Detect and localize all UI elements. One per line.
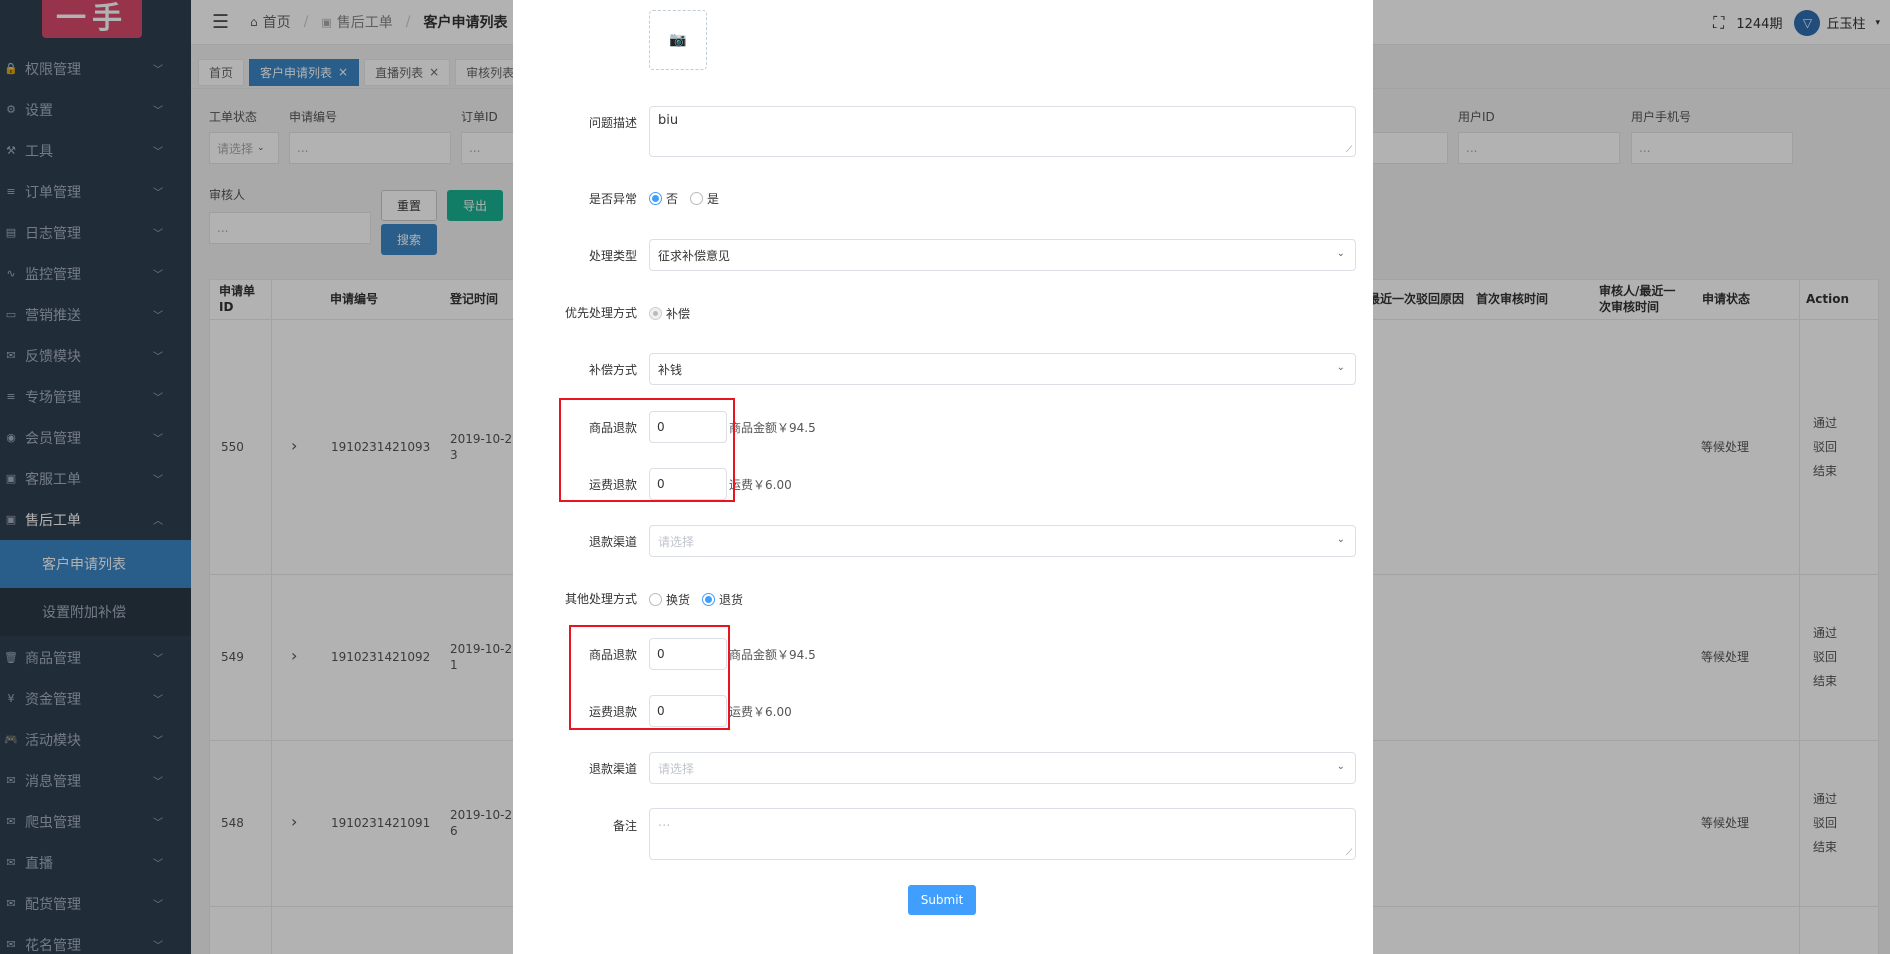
- radio-checked-icon: [702, 593, 716, 606]
- radio-unchecked-icon: [690, 192, 704, 205]
- chevron-down-icon: ⌄: [1336, 534, 1345, 545]
- freight-hint: 运费￥6.00: [729, 478, 792, 492]
- problem-textarea[interactable]: biu: [649, 106, 1356, 157]
- goods-amount2-hint: 商品金额￥94.5: [729, 648, 816, 662]
- priority-label: 优先处理方式: [564, 306, 637, 320]
- abnormal-no-option[interactable]: 否: [649, 190, 678, 207]
- priority-compensate-option: 补偿: [649, 305, 690, 322]
- handle-type-select[interactable]: 征求补偿意见 ⌄: [649, 239, 1356, 271]
- return-option[interactable]: 退货: [702, 591, 743, 608]
- other-handle-radio-group: 换货 退货: [649, 591, 755, 608]
- resize-handle-icon[interactable]: ⟋: [1346, 848, 1352, 858]
- problem-label: 问题描述: [588, 116, 637, 130]
- freight2-hint: 运费￥6.00: [729, 705, 792, 719]
- priority-radio-group: 补偿: [649, 305, 702, 322]
- abnormal-yes-option[interactable]: 是: [690, 190, 719, 207]
- handle-type-label: 处理类型: [588, 249, 637, 263]
- exchange-option[interactable]: 换货: [649, 591, 690, 608]
- goods-amount-hint: 商品金额￥94.5: [729, 421, 816, 435]
- radio-checked-icon: [649, 192, 662, 205]
- comp-method-select[interactable]: 补钱 ⌄: [649, 353, 1356, 385]
- radio-unchecked-icon: [649, 593, 662, 606]
- remark-textarea[interactable]: ...: [649, 808, 1356, 860]
- resize-handle-icon[interactable]: ⟋: [1346, 145, 1352, 155]
- abnormal-radio-group: 否 是: [649, 190, 731, 207]
- photo-upload[interactable]: 📷: [649, 10, 707, 70]
- refund-channel2-select[interactable]: 请选择 ⌄: [649, 752, 1356, 784]
- comp-method-label: 补偿方式: [588, 363, 637, 377]
- refund-channel-select[interactable]: 请选择 ⌄: [649, 525, 1356, 557]
- refund-channel-label: 退款渠道: [588, 535, 637, 549]
- remark-label: 备注: [612, 819, 637, 833]
- camera-icon: 📷: [669, 32, 687, 48]
- highlight-box: [559, 398, 735, 502]
- chevron-down-icon: ⌄: [1336, 248, 1345, 259]
- submit-button[interactable]: Submit: [908, 885, 976, 915]
- chevron-down-icon: ⌄: [1336, 362, 1345, 373]
- other-handle-label: 其他处理方式: [564, 592, 637, 606]
- abnormal-label: 是否异常: [588, 192, 637, 206]
- highlight-box: [569, 625, 730, 730]
- refund-channel2-label: 退款渠道: [588, 762, 637, 776]
- chevron-down-icon: ⌄: [1336, 761, 1345, 772]
- radio-disabled-icon: [649, 307, 662, 320]
